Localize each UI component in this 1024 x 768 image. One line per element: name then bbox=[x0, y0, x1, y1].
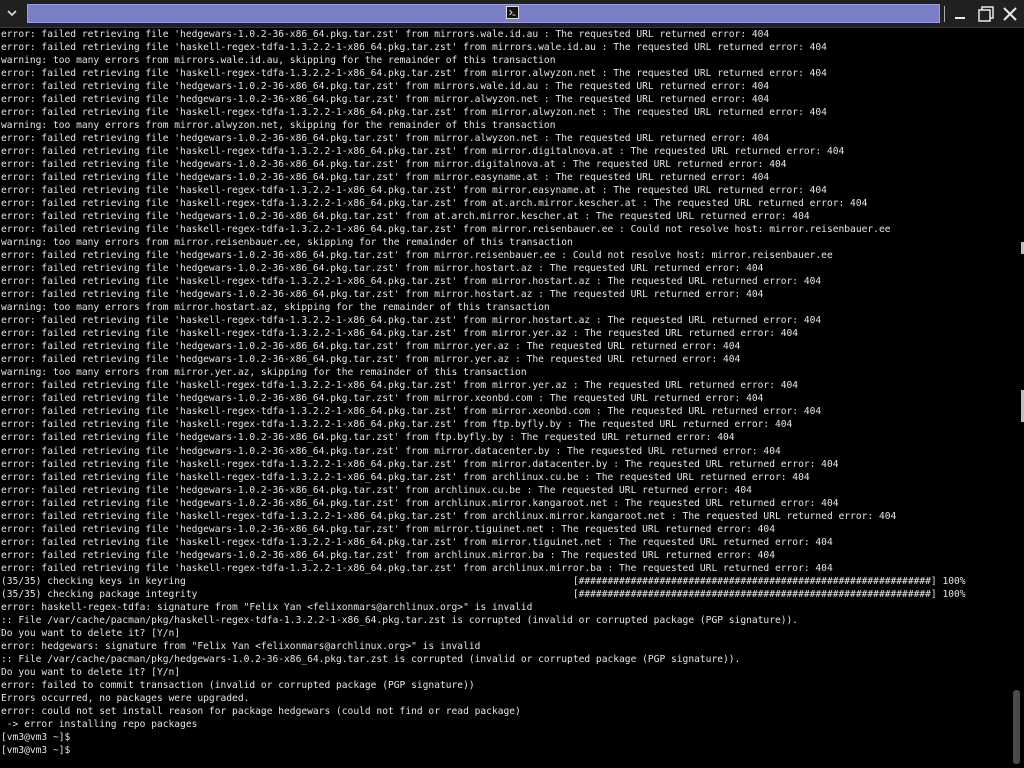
terminal-line: error: failed retrieving file 'hedgewars… bbox=[1, 94, 770, 106]
maximize-button[interactable] bbox=[976, 4, 996, 24]
terminal-line: error: failed retrieving file 'hedgewars… bbox=[1, 497, 839, 509]
terminal-line: error: failed retrieving file 'hedgewars… bbox=[1, 549, 775, 561]
window-title-field bbox=[27, 4, 940, 23]
terminal-line: error: failed retrieving file 'hedgewars… bbox=[1, 354, 741, 366]
terminal-line: warning: too many errors from mirror.hos… bbox=[1, 302, 550, 314]
terminal-line: error: failed retrieving file 'hedgewars… bbox=[1, 523, 775, 535]
close-button[interactable] bbox=[1000, 4, 1020, 24]
terminal-line: error: failed retrieving file 'haskell-r… bbox=[1, 198, 868, 210]
terminal-line: error: failed retrieving file 'hedgewars… bbox=[1, 250, 833, 262]
terminal-line: error: failed retrieving file 'haskell-r… bbox=[1, 42, 827, 54]
terminal-line: error: failed retrieving file 'haskell-r… bbox=[1, 224, 891, 236]
terminal-line: error: failed retrieving file 'haskell-r… bbox=[1, 536, 833, 548]
terminal-line: error: failed to commit transaction (inv… bbox=[1, 679, 475, 691]
terminal-line: error: failed retrieving file 'hedgewars… bbox=[1, 393, 764, 405]
minimize-icon bbox=[955, 17, 965, 19]
terminal-line: error: failed retrieving file 'hedgewars… bbox=[1, 29, 770, 40]
terminal-line: error: failed retrieving file 'haskell-r… bbox=[1, 185, 827, 197]
terminal-line: error: failed retrieving file 'hedgewars… bbox=[1, 445, 781, 457]
terminal-line: error: failed retrieving file 'haskell-r… bbox=[1, 510, 897, 522]
terminal-line: warning: too many errors from mirror.yer… bbox=[1, 367, 527, 379]
terminal-line: (35/35) checking package integrity [####… bbox=[1, 588, 966, 600]
terminal-line: warning: too many errors from mirrors.wa… bbox=[1, 55, 556, 67]
terminal-line: -> error installing repo packages bbox=[1, 718, 198, 730]
terminal-line: error: failed retrieving file 'haskell-r… bbox=[1, 315, 822, 327]
terminal-icon bbox=[506, 6, 519, 19]
terminal-line: error: failed retrieving file 'haskell-r… bbox=[1, 276, 822, 288]
terminal-line: error: failed retrieving file 'haskell-r… bbox=[1, 471, 810, 483]
terminal-line: error: failed retrieving file 'hedgewars… bbox=[1, 484, 752, 496]
terminal-line: Errors occurred, no packages were upgrad… bbox=[1, 692, 250, 704]
terminal-line: error: hedgewars: signature from "Felix … bbox=[1, 640, 481, 652]
terminal-line: warning: too many errors from mirror.alw… bbox=[1, 120, 556, 132]
terminal-line: (35/35) checking keys in keyring [######… bbox=[1, 575, 966, 587]
terminal-line: error: failed retrieving file 'hedgewars… bbox=[1, 432, 735, 444]
window-menu-button[interactable] bbox=[2, 3, 22, 23]
close-icon bbox=[1003, 7, 1017, 21]
terminal-line: error: failed retrieving file 'haskell-r… bbox=[1, 107, 827, 119]
terminal-line: error: failed retrieving file 'haskell-r… bbox=[1, 419, 793, 431]
terminal-line: Do you want to delete it? [Y/n] bbox=[1, 627, 181, 639]
scrollbar-thumb[interactable] bbox=[1013, 690, 1020, 764]
terminal-line: error: failed retrieving file 'haskell-r… bbox=[1, 380, 799, 392]
terminal-line: :: File /var/cache/pacman/pkg/hedgewars-… bbox=[1, 653, 741, 665]
terminal-line: Do you want to delete it? [Y/n] bbox=[1, 666, 181, 678]
terminal-line: error: failed retrieving file 'haskell-r… bbox=[1, 406, 822, 418]
maximize-icon bbox=[978, 6, 994, 22]
minimize-button[interactable] bbox=[950, 4, 970, 24]
terminal-line: error: failed retrieving file 'hedgewars… bbox=[1, 172, 770, 184]
chevron-down-icon bbox=[7, 10, 17, 17]
terminal-line: error: failed retrieving file 'haskell-r… bbox=[1, 68, 827, 80]
terminal-line: error: failed retrieving file 'hedgewars… bbox=[1, 159, 787, 171]
terminal-line: error: failed retrieving file 'hedgewars… bbox=[1, 133, 770, 145]
titlebar-separator bbox=[944, 6, 945, 22]
terminal-line: error: failed retrieving file 'haskell-r… bbox=[1, 458, 839, 470]
terminal-line: error: failed retrieving file 'hedgewars… bbox=[1, 81, 770, 93]
terminal-line: :: File /var/cache/pacman/pkg/haskell-re… bbox=[1, 614, 799, 626]
terminal-line: error: failed retrieving file 'haskell-r… bbox=[1, 146, 845, 158]
terminal-line: error: haskell-regex-tdfa: signature fro… bbox=[1, 601, 533, 613]
window-titlebar bbox=[0, 0, 1024, 28]
terminal-line: [vm3@vm3 ~]$ bbox=[1, 744, 71, 756]
terminal-line: error: failed retrieving file 'hedgewars… bbox=[1, 289, 764, 301]
terminal-line: error: failed retrieving file 'hedgewars… bbox=[1, 341, 741, 353]
terminal-line: warning: too many errors from mirror.rei… bbox=[1, 237, 573, 249]
terminal-line: [vm3@vm3 ~]$ bbox=[1, 731, 71, 743]
terminal-line: error: failed retrieving file 'haskell-r… bbox=[1, 562, 833, 574]
terminal-line: error: failed retrieving file 'haskell-r… bbox=[1, 328, 799, 340]
terminal-output[interactable]: error: failed retrieving file 'hedgewars… bbox=[0, 28, 1010, 768]
terminal-line: error: failed retrieving file 'hedgewars… bbox=[1, 211, 810, 223]
terminal-line: error: failed retrieving file 'hedgewars… bbox=[1, 263, 764, 275]
terminal-line: error: could not set install reason for … bbox=[1, 705, 521, 717]
